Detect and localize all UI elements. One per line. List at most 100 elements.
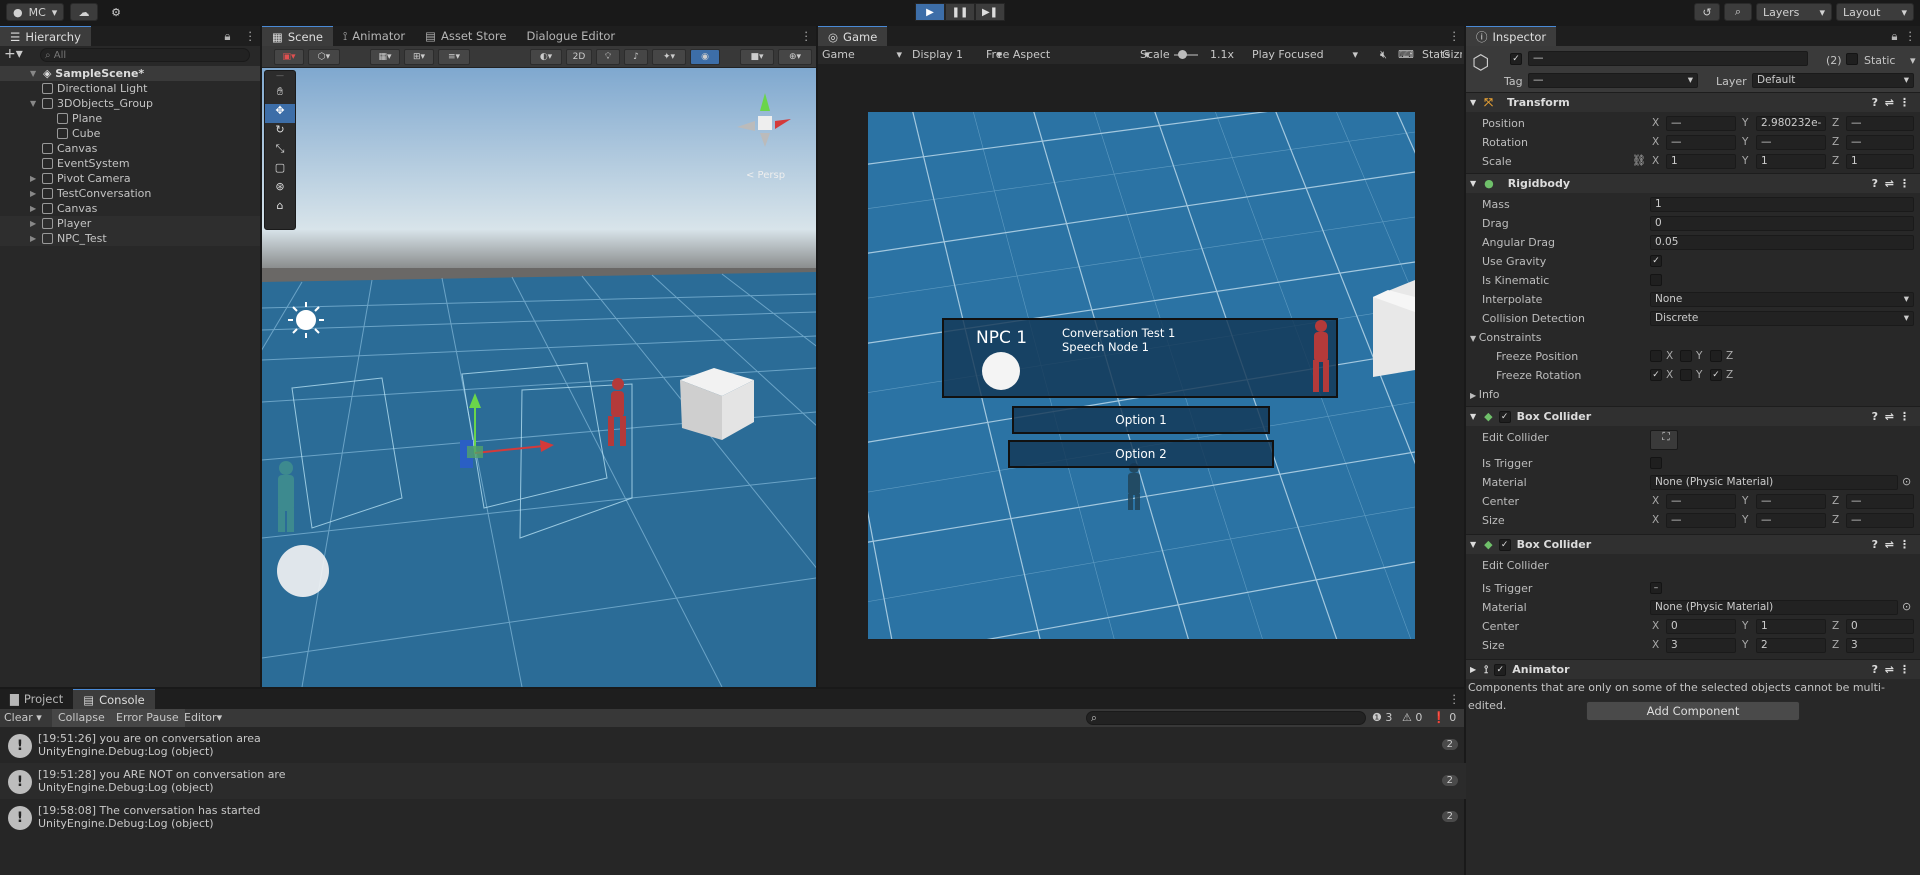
freeze-rot-y-checkbox[interactable] [1680,369,1692,381]
tab-scene[interactable]: ▦ Scene [262,26,333,46]
transform-tool-icon[interactable]: ⊛ [265,180,295,199]
collab-icon[interactable]: ⚙ [104,3,128,21]
z-field[interactable]: — [1846,135,1914,150]
chevron-down-icon[interactable]: ▾ [1910,54,1916,67]
game-viewport[interactable]: NPC 1 Conversation Test 1 Speech Node 1 … [868,112,1415,639]
z-field[interactable]: — [1846,116,1914,131]
x-field[interactable]: — [1666,116,1736,131]
size-y-field[interactable]: — [1756,513,1826,528]
hand-tool-icon[interactable]: ✋︎ [265,85,295,104]
y-field[interactable]: 1 [1756,154,1826,169]
console-log-entry[interactable]: ! [19:51:28] you ARE NOT on conversation … [0,763,1466,799]
editor-dropdown[interactable]: Editor▾ [184,711,222,724]
edit-collider-button[interactable]: ⛶ [1650,430,1678,450]
x-field[interactable]: — [1666,135,1736,150]
audio-mute-icon[interactable]: 🔇︎ [1380,48,1387,62]
more-icon[interactable]: ⋮ [1899,177,1910,190]
hierarchy-item[interactable]: Directional Light [0,81,260,96]
layer-dropdown[interactable]: Default ▾ [1752,73,1914,88]
center-x-field[interactable]: — [1666,494,1736,509]
box-collider-2-enabled-checkbox[interactable]: ✓ [1498,538,1511,551]
interpolate-dropdown[interactable]: None ▾ [1650,292,1914,307]
visibility-icon[interactable]: ◉ [690,49,720,65]
box-collider-1-enabled-checkbox[interactable]: ✓ [1498,410,1511,423]
snap-icon[interactable]: ⊞▾ [404,49,434,65]
more-icon[interactable]: ⋮ [1899,538,1910,551]
freeze-rot-x-checkbox[interactable]: ✓ [1650,369,1662,381]
tab-asset-store[interactable]: ▤ Asset Store [415,26,516,46]
draw-mode-icon[interactable]: ▣▾ [274,49,304,65]
active-checkbox[interactable]: ✓ [1510,53,1522,65]
cloud-icon[interactable]: ☁ [70,3,98,21]
error-pause-toggle[interactable]: Error Pause [110,709,185,727]
freeze-pos-z-checkbox[interactable] [1710,350,1722,362]
more-icon[interactable]: ⋮ [241,26,261,46]
warning-count-toggle[interactable]: ⚠ 0 [1402,711,1422,724]
move-tool-icon[interactable]: ✥ [265,104,295,123]
object-name-input[interactable]: — [1528,51,1808,66]
rigidbody-header[interactable]: ▼ ● Rigidbody ? ⇌ ⋮ [1466,173,1920,193]
chevron-right-icon[interactable]: ▶ [30,201,40,216]
center-x-field[interactable]: 0 [1666,619,1736,634]
y-field[interactable]: — [1756,135,1826,150]
scale-tool-icon[interactable]: ⤡ [265,142,295,161]
material-field[interactable]: None (Physic Material) [1650,600,1898,615]
grid-snap-icon[interactable]: ▦▾ [370,49,400,65]
size-x-field[interactable]: — [1666,513,1736,528]
shading-icon[interactable]: ⬡▾ [308,49,340,65]
info-count-toggle[interactable]: ❶ 3 [1372,711,1392,724]
hierarchy-search-input[interactable]: ⌕ All [40,48,250,62]
lock-icon[interactable]: 🔒︎ [1888,26,1900,46]
object-picker-icon[interactable]: ⊙ [1902,600,1911,613]
freeze-pos-y-checkbox[interactable] [1680,350,1692,362]
preset-icon[interactable]: ⇌ [1885,410,1894,423]
collision-detection-dropdown[interactable]: Discrete ▾ [1650,311,1914,326]
size-z-field[interactable]: 3 [1846,638,1914,653]
hierarchy-item[interactable]: EventSystem [0,156,260,171]
tab-dialogue-editor[interactable]: Dialogue Editor [516,26,625,46]
increment-icon[interactable]: ≡▾ [438,49,470,65]
tab-animator[interactable]: ⟟ Animator [333,26,415,46]
layout-dropdown[interactable]: Layout ▾ [1836,3,1914,21]
hierarchy-item[interactable]: ▶ Player [0,216,260,231]
freeze-rot-z-checkbox[interactable]: ✓ [1710,369,1722,381]
account-button[interactable]: ● MC ▾ [6,3,64,21]
animator-enabled-checkbox[interactable]: ✓ [1494,663,1507,676]
tab-hierarchy[interactable]: ☰ Hierarchy [0,26,91,46]
tab-project[interactable]: ▇ Project [0,689,73,709]
preset-icon[interactable]: ⇌ [1885,96,1894,109]
size-y-field[interactable]: 2 [1756,638,1826,653]
option-1-button[interactable]: Option 1 [1012,406,1270,434]
help-icon[interactable]: ? [1872,663,1878,676]
custom-tool-icon[interactable]: ⌂ [265,199,295,218]
object-picker-icon[interactable]: ⊙ [1902,475,1911,488]
box-collider-2-header[interactable]: ▼ ◆ ✓ Box Collider ? ⇌ ⋮ [1466,534,1920,554]
help-icon[interactable]: ? [1872,96,1878,109]
x-field[interactable]: 1 [1666,154,1736,169]
constraints-foldout[interactable]: ▼ Constraints [1470,331,1541,344]
chevron-right-icon[interactable]: ▶ [30,216,40,231]
rect-tool-icon[interactable]: ▢ [265,161,295,180]
animator-header[interactable]: ▶ ⟟ ✓ Animator ? ⇌ ⋮ [1466,659,1920,679]
z-field[interactable]: 1 [1846,154,1914,169]
audio-icon[interactable]: ♪ [624,49,648,65]
use-gravity-checkbox[interactable]: ✓ [1650,255,1662,267]
effects-icon[interactable]: ✦▾ [652,49,686,65]
center-y-field[interactable]: — [1756,494,1826,509]
tab-console[interactable]: ▤ Console [73,689,155,709]
chevron-right-icon[interactable]: ▶ [30,186,40,201]
more-icon[interactable]: ⋮ [1901,26,1920,46]
size-z-field[interactable]: — [1846,513,1914,528]
center-z-field[interactable]: 0 [1846,619,1914,634]
hierarchy-item[interactable]: ▶ Pivot Camera [0,171,260,186]
is-trigger-checkbox[interactable]: – [1650,582,1662,594]
gizmos-icon[interactable]: ⊕▾ [778,49,812,65]
tab-inspector[interactable]: ⓘ Inspector [1466,26,1557,46]
camera-icon[interactable]: ■▾ [740,49,774,65]
console-search-input[interactable]: ⌕ [1086,711,1366,725]
static-checkbox[interactable] [1846,53,1858,65]
console-log-entry[interactable]: ! [19:51:26] you are on conversation area… [0,727,1466,763]
info-foldout[interactable]: ▶ Info [1470,388,1500,401]
freeze-pos-x-checkbox[interactable] [1650,350,1662,362]
option-2-button[interactable]: Option 2 [1008,440,1274,468]
